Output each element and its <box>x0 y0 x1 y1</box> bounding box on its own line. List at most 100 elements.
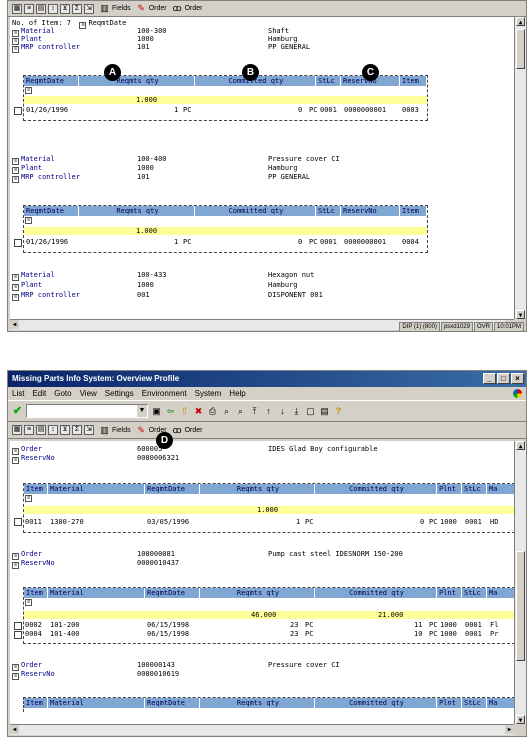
cancel-icon[interactable]: ✖ <box>193 406 204 417</box>
col-reqmts-qty[interactable]: Reqmts qty <box>79 206 195 216</box>
col-reqmts-qty[interactable]: Reqmts qty <box>200 698 315 708</box>
col-committed-qty[interactable]: Committed qty <box>195 206 316 216</box>
menu-environment[interactable]: Environment <box>142 387 187 400</box>
expand-icon[interactable]: ≡ <box>12 457 19 464</box>
last-page-icon[interactable]: ⤓ <box>291 406 302 417</box>
fields-button[interactable]: ▥ Fields <box>99 425 130 436</box>
close-icon[interactable]: × <box>511 373 524 384</box>
col-reqmtdate[interactable]: ReqmtDate <box>24 206 79 216</box>
scroll-left-icon[interactable]: ◀ <box>10 320 19 329</box>
expand-icon[interactable]: ≡ <box>12 294 19 301</box>
expand-icon[interactable]: ≡ <box>25 217 32 224</box>
row-checkbox[interactable] <box>14 107 22 115</box>
exit-icon[interactable]: ⇧ <box>179 406 190 417</box>
list-icon[interactable]: ≡ <box>24 425 34 435</box>
scroll-thumb[interactable] <box>516 29 525 69</box>
col-reqmtdate[interactable]: ReqmtDate <box>145 698 200 708</box>
col-material[interactable]: Material <box>48 484 145 494</box>
row-checkbox[interactable] <box>14 622 22 630</box>
order-display-button[interactable]: ꝏ Order <box>172 425 203 436</box>
detail-icon[interactable]: ▤ <box>36 425 46 435</box>
filter-icon[interactable]: ⊻ <box>60 425 70 435</box>
col-item[interactable]: Item <box>24 588 48 598</box>
col-reqmtdate[interactable]: ReqmtDate <box>24 76 79 86</box>
overview-icon[interactable]: ▦ <box>12 3 22 14</box>
col-stlc[interactable]: StLc <box>462 484 487 494</box>
col-reqmtdate[interactable]: ReqmtDate <box>145 588 200 598</box>
export-icon[interactable]: ⇲ <box>84 3 94 14</box>
col-material[interactable]: Material <box>48 698 145 708</box>
shortcut-icon[interactable]: ▤ <box>319 406 330 417</box>
col-reqmts-qty[interactable]: Reqmts qty <box>200 588 315 598</box>
vertical-scrollbar[interactable]: ▲ ▼ <box>514 441 526 724</box>
expand-icon[interactable]: ≡ <box>25 599 32 606</box>
next-page-icon[interactable]: ↓ <box>277 406 288 417</box>
col-stlc[interactable]: StLc <box>462 698 487 708</box>
help-icon[interactable]: ? <box>333 406 344 417</box>
save-icon[interactable]: ▣ <box>151 406 162 417</box>
menu-edit[interactable]: Edit <box>32 387 46 400</box>
chevron-down-icon[interactable]: ▼ <box>137 405 147 417</box>
new-session-icon[interactable]: ▢ <box>305 406 316 417</box>
col-item[interactable]: Item <box>24 698 48 708</box>
first-page-icon[interactable]: ⤒ <box>249 406 260 417</box>
prev-page-icon[interactable]: ↑ <box>263 406 274 417</box>
minimize-icon[interactable]: _ <box>483 373 496 384</box>
col-ma[interactable]: Ma <box>487 698 514 708</box>
col-plnt[interactable]: Plnt <box>437 588 462 598</box>
back-icon[interactable]: ⇦ <box>165 406 176 417</box>
expand-icon[interactable]: ≡ <box>12 176 19 183</box>
menu-view[interactable]: View <box>80 387 97 400</box>
sort-icon[interactable]: ↕ <box>48 425 58 435</box>
menu-help[interactable]: Help <box>229 387 245 400</box>
menu-system[interactable]: System <box>195 387 222 400</box>
expand-icon[interactable]: ≡ <box>12 673 19 680</box>
col-item[interactable]: Item <box>24 484 48 494</box>
table-row[interactable]: 0011 1300-270 03/05/1996 1 PC 0 PC 1000 … <box>24 518 514 527</box>
col-plnt[interactable]: Plnt <box>437 484 462 494</box>
order-display-button[interactable]: ꝏ Order <box>172 3 203 14</box>
expand-icon[interactable]: ≡ <box>12 284 19 291</box>
expand-icon[interactable]: ≡ <box>12 562 19 569</box>
find-next-icon[interactable]: ⌕ <box>235 406 246 417</box>
expand-icon[interactable]: ≡ <box>25 87 32 94</box>
col-item[interactable]: Item <box>400 76 427 86</box>
scroll-up-icon[interactable]: ▲ <box>516 441 525 450</box>
scroll-thumb[interactable] <box>516 551 525 661</box>
col-committed-qty[interactable]: Committed qty <box>315 484 437 494</box>
col-item[interactable]: Item <box>400 206 427 216</box>
row-checkbox[interactable] <box>14 518 22 526</box>
detail-icon[interactable]: ▤ <box>36 3 46 14</box>
scroll-up-icon[interactable]: ▲ <box>516 17 525 26</box>
expand-icon[interactable]: ≡ <box>25 495 32 502</box>
col-stlc[interactable]: StLc <box>316 76 341 86</box>
menu-settings[interactable]: Settings <box>105 387 134 400</box>
row-checkbox[interactable] <box>14 631 22 639</box>
col-stlc[interactable]: StLc <box>462 588 487 598</box>
col-stlc[interactable]: StLc <box>316 206 341 216</box>
list-icon[interactable]: ≡ <box>24 3 34 14</box>
col-ma[interactable]: Ma <box>487 484 514 494</box>
col-reqmts-qty[interactable]: Reqmts qty <box>79 76 195 86</box>
table-row[interactable]: 01/26/1996 1 PC 0 PC 0001 0000000001 000… <box>24 106 427 115</box>
fields-button[interactable]: ▥ Fields <box>99 3 130 14</box>
filter-icon[interactable]: ⊻ <box>60 3 70 14</box>
maximize-icon[interactable]: □ <box>497 373 510 384</box>
horizontal-scrollbar[interactable]: ◀ ▶ <box>10 724 514 735</box>
scroll-right-icon[interactable]: ▶ <box>505 725 514 734</box>
menu-goto[interactable]: Goto <box>54 387 71 400</box>
scroll-down-icon[interactable]: ▼ <box>516 310 525 319</box>
table-row[interactable]: 0004 101-400 06/15/1998 23 PC 10 PC 1000… <box>24 630 514 639</box>
col-reqmts-qty[interactable]: Reqmts qty <box>200 484 315 494</box>
overview-icon[interactable]: ▦ <box>12 425 22 435</box>
expand-icon[interactable]: ≡ <box>12 46 19 53</box>
sort-icon[interactable]: ↕ <box>48 3 58 14</box>
scroll-left-icon[interactable]: ◀ <box>10 725 19 734</box>
expand-icon[interactable]: ≡ <box>12 274 19 281</box>
order-button[interactable]: ✎ Order <box>136 3 166 14</box>
menu-list[interactable]: List <box>12 387 24 400</box>
export-icon[interactable]: ⇲ <box>84 425 94 435</box>
table-row[interactable]: 01/26/1996 1 PC 0 PC 0001 0000000001 000… <box>24 238 427 247</box>
sum-icon[interactable]: Σ <box>72 3 82 14</box>
table-row[interactable]: 0002 101-200 06/15/1998 23 PC 11 PC 1000… <box>24 621 514 630</box>
